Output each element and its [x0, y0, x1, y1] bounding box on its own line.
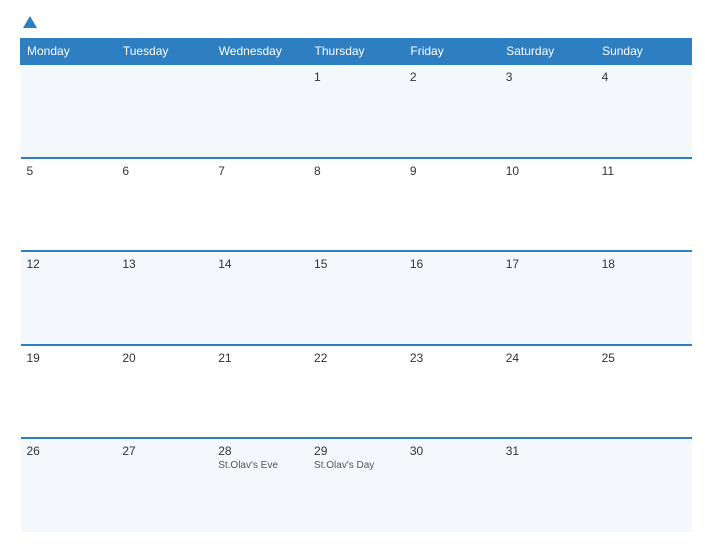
calendar-header-row: MondayTuesdayWednesdayThursdayFridaySatu… — [21, 39, 692, 65]
calendar-cell: 14 — [212, 251, 308, 345]
calendar-cell — [212, 64, 308, 158]
day-number: 10 — [506, 164, 590, 178]
day-number: 31 — [506, 444, 590, 458]
calendar-cell: 18 — [596, 251, 692, 345]
day-number: 18 — [602, 257, 686, 271]
calendar-cell: 29 St.Olav's Day — [308, 438, 404, 532]
calendar-cell: 8 — [308, 158, 404, 252]
day-number: 24 — [506, 351, 590, 365]
day-number: 19 — [27, 351, 111, 365]
day-number: 30 — [410, 444, 494, 458]
calendar-cell: 24 — [500, 345, 596, 439]
weekday-header-saturday: Saturday — [500, 39, 596, 65]
calendar-cell: 19 — [21, 345, 117, 439]
calendar-cell: 16 — [404, 251, 500, 345]
calendar-cell: 22 — [308, 345, 404, 439]
calendar-week-row: 19 20 21 22 23 24 25 — [21, 345, 692, 439]
day-number: 17 — [506, 257, 590, 271]
day-number: 20 — [122, 351, 206, 365]
calendar-cell: 21 — [212, 345, 308, 439]
calendar-cell: 25 — [596, 345, 692, 439]
day-number: 28 — [218, 444, 302, 458]
weekday-header-row: MondayTuesdayWednesdayThursdayFridaySatu… — [21, 39, 692, 65]
calendar-cell: 23 — [404, 345, 500, 439]
weekday-header-tuesday: Tuesday — [116, 39, 212, 65]
day-number: 8 — [314, 164, 398, 178]
day-number: 14 — [218, 257, 302, 271]
day-number: 21 — [218, 351, 302, 365]
weekday-header-monday: Monday — [21, 39, 117, 65]
calendar-cell: 13 — [116, 251, 212, 345]
day-number: 23 — [410, 351, 494, 365]
calendar-week-row: 12 13 14 15 16 17 18 — [21, 251, 692, 345]
calendar-cell: 27 — [116, 438, 212, 532]
calendar-cell: 30 — [404, 438, 500, 532]
day-number: 4 — [602, 70, 686, 84]
calendar-table: MondayTuesdayWednesdayThursdayFridaySatu… — [20, 38, 692, 532]
day-number: 3 — [506, 70, 590, 84]
day-number: 22 — [314, 351, 398, 365]
calendar-cell: 26 — [21, 438, 117, 532]
day-number: 7 — [218, 164, 302, 178]
day-number: 6 — [122, 164, 206, 178]
day-number: 27 — [122, 444, 206, 458]
calendar-body: 1234567891011121314151617181920212223242… — [21, 64, 692, 532]
calendar-cell: 5 — [21, 158, 117, 252]
calendar-cell: 31 — [500, 438, 596, 532]
day-number: 25 — [602, 351, 686, 365]
weekday-header-friday: Friday — [404, 39, 500, 65]
calendar-cell: 4 — [596, 64, 692, 158]
calendar-cell: 2 — [404, 64, 500, 158]
day-number: 5 — [27, 164, 111, 178]
calendar-cell: 11 — [596, 158, 692, 252]
day-event: St.Olav's Eve — [218, 460, 302, 471]
day-number: 16 — [410, 257, 494, 271]
calendar-cell — [21, 64, 117, 158]
logo-triangle-icon — [23, 16, 37, 28]
day-number: 9 — [410, 164, 494, 178]
calendar-cell: 3 — [500, 64, 596, 158]
day-number: 29 — [314, 444, 398, 458]
calendar-cell: 10 — [500, 158, 596, 252]
calendar-week-row: 1234 — [21, 64, 692, 158]
calendar-header — [20, 18, 692, 30]
day-number: 2 — [410, 70, 494, 84]
day-number: 1 — [314, 70, 398, 84]
weekday-header-thursday: Thursday — [308, 39, 404, 65]
calendar-cell: 15 — [308, 251, 404, 345]
calendar-cell: 12 — [21, 251, 117, 345]
day-event: St.Olav's Day — [314, 460, 398, 471]
calendar-week-row: 56789 10 11 — [21, 158, 692, 252]
calendar-cell: 17 — [500, 251, 596, 345]
calendar-cell: 6 — [116, 158, 212, 252]
calendar-cell: 1 — [308, 64, 404, 158]
calendar-cell: 9 — [404, 158, 500, 252]
logo — [20, 18, 37, 30]
weekday-header-sunday: Sunday — [596, 39, 692, 65]
day-number: 11 — [602, 164, 686, 178]
day-number: 15 — [314, 257, 398, 271]
calendar-cell: 7 — [212, 158, 308, 252]
calendar-cell — [116, 64, 212, 158]
day-number: 13 — [122, 257, 206, 271]
weekday-header-wednesday: Wednesday — [212, 39, 308, 65]
day-number: 12 — [27, 257, 111, 271]
calendar-week-row: 26 27 28 St.Olav's Eve 29 St.Olav's Day 30 31 — [21, 438, 692, 532]
day-number: 26 — [27, 444, 111, 458]
calendar-cell — [596, 438, 692, 532]
calendar-cell: 20 — [116, 345, 212, 439]
calendar-cell: 28 St.Olav's Eve — [212, 438, 308, 532]
